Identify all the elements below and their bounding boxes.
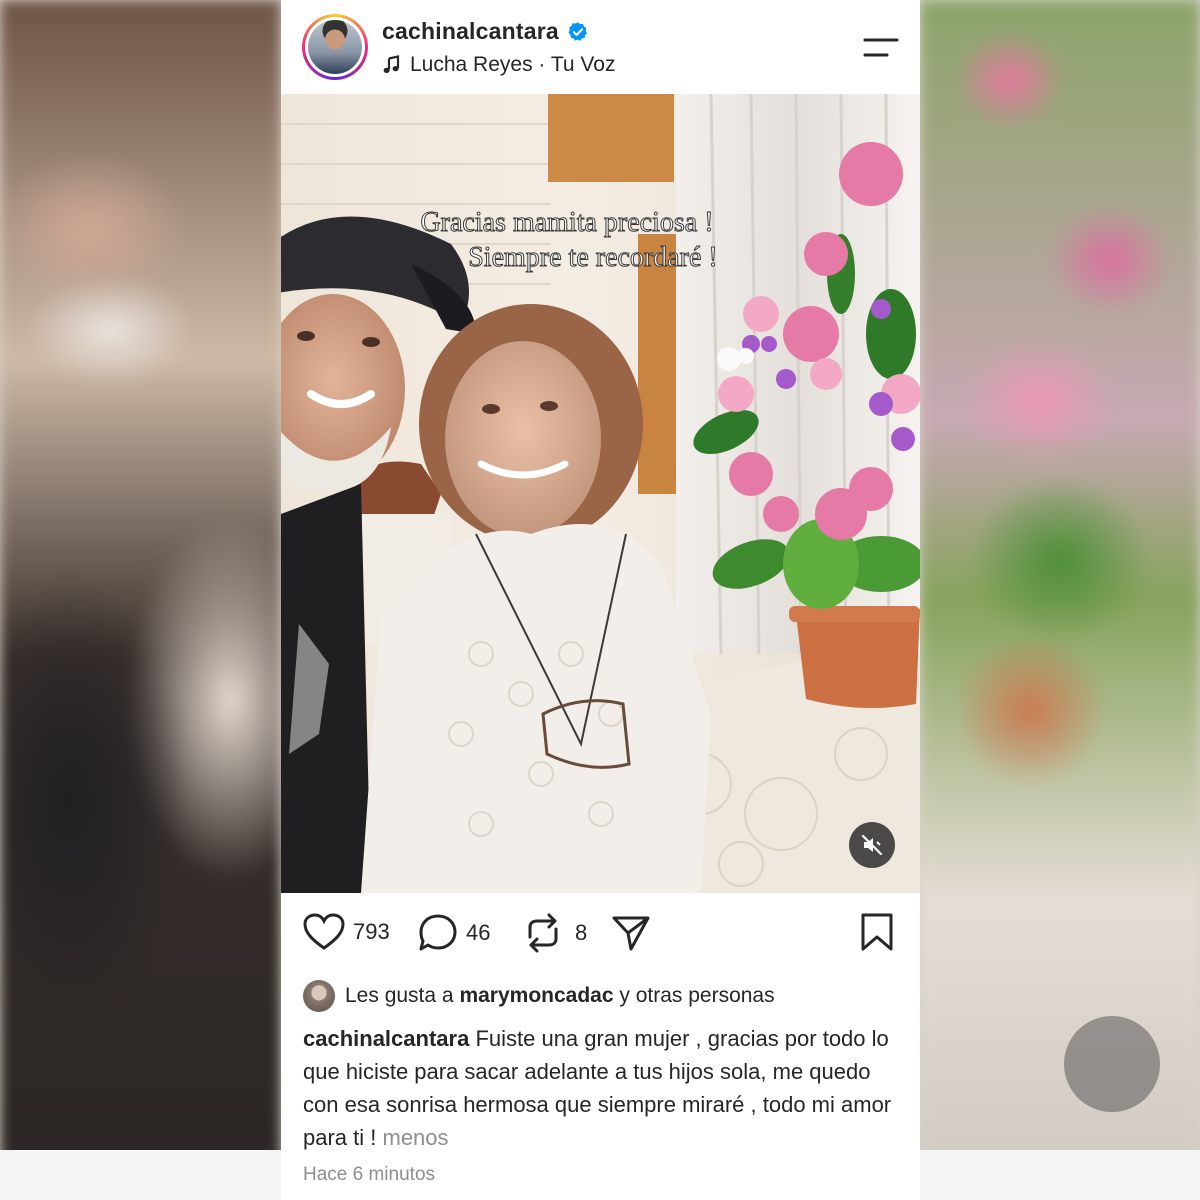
caption-username[interactable]: cachinalcantara [303,1026,469,1051]
bookmark-icon [861,913,893,951]
likes-count: 793 [353,919,390,944]
reposts-count: 8 [575,920,588,945]
liked-by-user[interactable]: marymoncadac [459,984,613,1007]
post-card: cachinalcantara Lucha Reyes · Tu Voz Gra… [281,0,920,1200]
blurred-mute-button [1064,1016,1160,1112]
repost-icon [528,913,558,953]
share-action[interactable] [611,913,651,953]
liked-by-suffix: y otras personas [619,984,775,1007]
heart-icon [303,913,345,950]
comment-icon [419,914,457,951]
post-header: cachinalcantara Lucha Reyes · Tu Voz [281,0,920,94]
menu-icon[interactable] [863,36,899,60]
photo-caption-line1: Gracias mamita preciosa ! [420,207,714,239]
audio-label: Lucha Reyes · Tu Voz [410,53,616,76]
verified-badge-icon [568,21,587,41]
repost-action[interactable]: 8 [523,913,587,953]
username-row: cachinalcantara [382,18,589,45]
like-action[interactable]: 793 [303,913,390,951]
liked-by-row[interactable]: Les gusta a marymoncadac y otras persona… [303,980,775,1012]
music-note-icon [383,55,400,73]
blurred-backdrop-right [920,0,1200,1200]
profile-avatar[interactable] [302,14,368,80]
liked-by-text: Les gusta a marymoncadac y otras persona… [345,984,775,1008]
comment-action[interactable]: 46 [418,913,490,953]
liker-avatar [303,980,335,1012]
muted-speaker-icon [861,834,883,856]
post-timestamp: Hace 6 minutos [303,1164,436,1185]
save-button[interactable] [859,912,895,957]
blurred-backdrop-left [0,0,281,1200]
mute-button[interactable] [849,822,895,868]
photo-caption-line2: Siempre te recordaré ! [468,242,719,274]
post-username[interactable]: cachinalcantara [382,18,559,45]
less-link[interactable]: menos [383,1125,449,1150]
send-icon [612,916,650,951]
post-caption: cachinalcantara Fuiste una gran mujer , … [303,1022,903,1154]
post-photo[interactable]: Gracias mamita preciosa ! Siempre te rec… [281,94,920,893]
action-bar: 793 46 8 [281,893,920,977]
audio-row[interactable]: Lucha Reyes · Tu Voz [382,53,615,77]
liked-by-prefix: Les gusta a [345,984,454,1007]
comments-count: 46 [466,920,491,945]
avatar-image [308,20,362,74]
